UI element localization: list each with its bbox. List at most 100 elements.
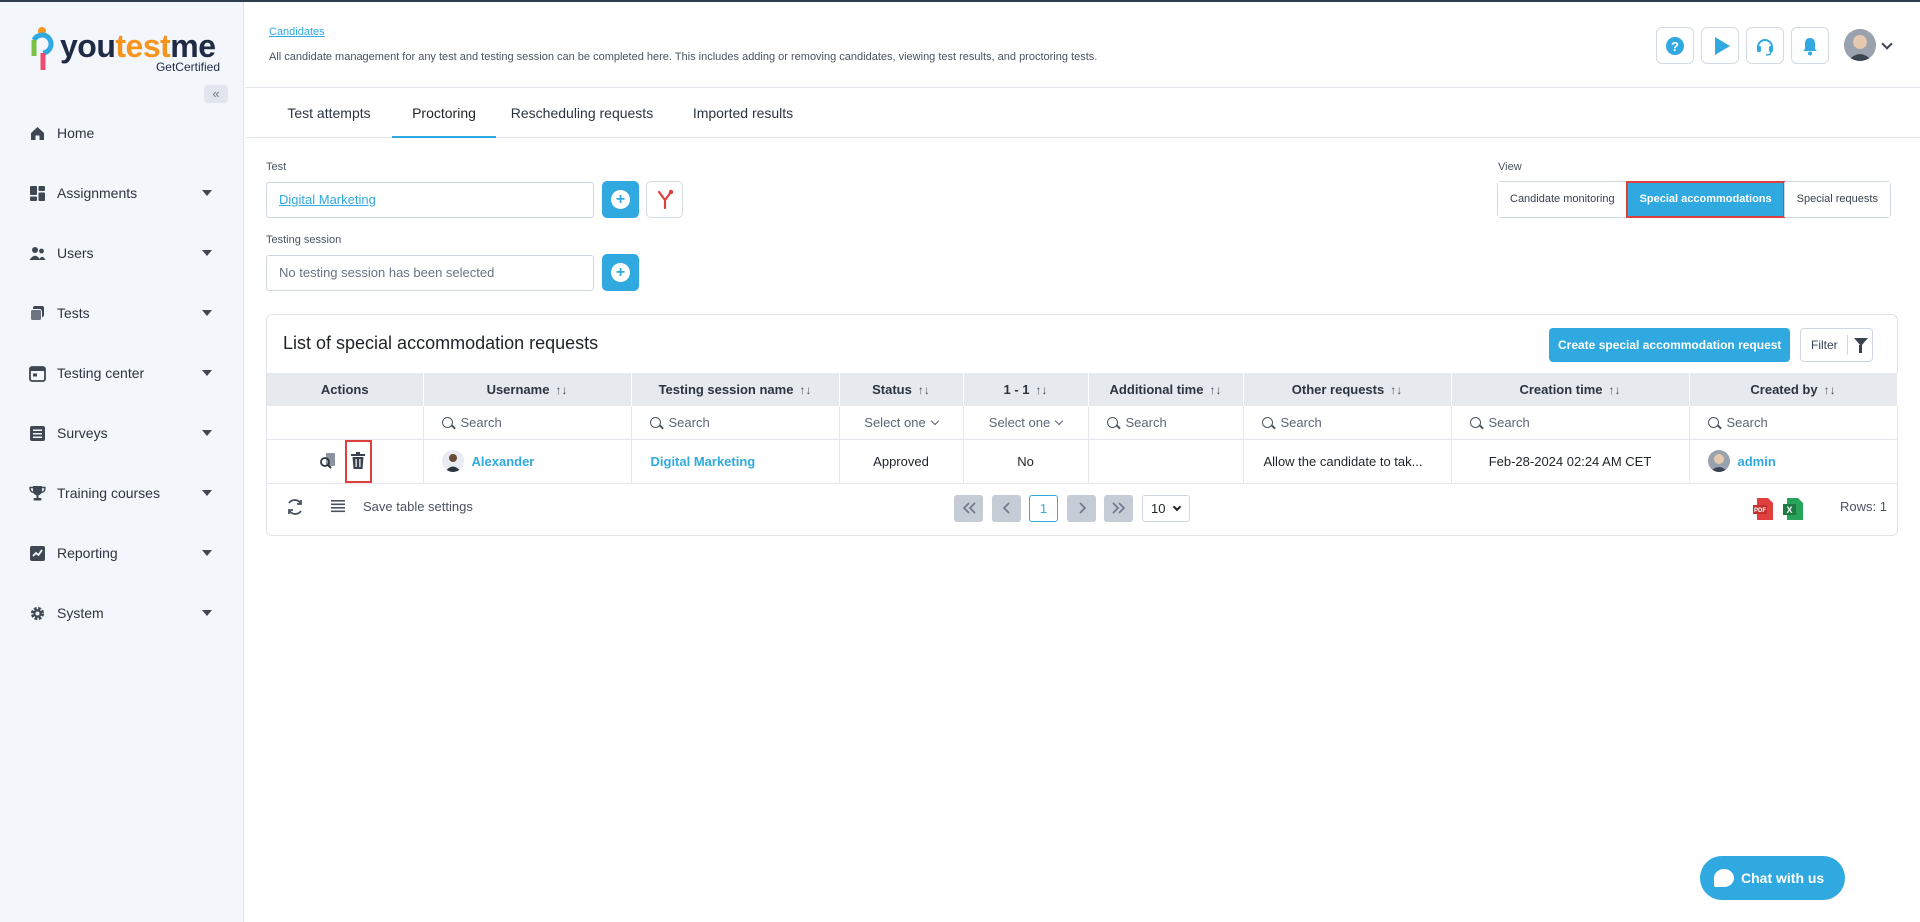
tab-imported-results[interactable]: Imported results	[668, 88, 818, 138]
chart-icon	[30, 545, 45, 561]
col-session-name[interactable]: Testing session name ↑↓	[631, 373, 840, 406]
sidebar-item-system[interactable]: System	[0, 593, 243, 633]
col-additional-time[interactable]: Additional time ↑↓	[1088, 373, 1244, 406]
test-label: Test	[266, 161, 287, 173]
filter-button[interactable]: Filter	[1800, 328, 1873, 362]
status-cell: Approved	[839, 439, 964, 484]
gear-icon	[30, 606, 45, 620]
trash-icon	[350, 451, 365, 469]
col-actions: Actions	[267, 373, 424, 406]
support-button[interactable]	[1746, 27, 1784, 64]
help-button[interactable]: ?	[1656, 27, 1694, 64]
view-label: View	[1498, 161, 1522, 173]
collapse-sidebar-button[interactable]: «	[204, 85, 228, 103]
excel-export-icon[interactable]: X	[1783, 497, 1805, 521]
sidebar-item-surveys[interactable]: Surveys	[0, 413, 243, 453]
last-page-button[interactable]	[1104, 495, 1133, 522]
chevron-down-icon	[1054, 416, 1064, 425]
creator-link[interactable]: admin	[1738, 454, 1776, 469]
save-table-settings-link[interactable]: Save table settings	[363, 499, 473, 514]
sort-icon[interactable]: ↑↓	[918, 383, 930, 397]
columns-menu-icon[interactable]	[331, 499, 345, 513]
caret-down-icon	[202, 190, 212, 196]
creation-time-search[interactable]: Search	[1451, 406, 1690, 440]
search-icon	[1261, 416, 1273, 428]
test-field[interactable]: Digital Marketing	[266, 182, 594, 218]
dashboard-icon	[30, 185, 45, 201]
candidate-avatar	[441, 450, 464, 472]
sidebar-item-users[interactable]: Users	[0, 233, 243, 273]
logo[interactable]: youtestme GetCertified	[30, 24, 220, 76]
chat-button[interactable]: Chat with us	[1700, 856, 1845, 900]
sidebar-item-tests[interactable]: Tests	[0, 293, 243, 333]
filter-label: Filter	[1811, 338, 1838, 352]
view-special-requests[interactable]: Special requests	[1783, 182, 1890, 217]
tab-bar: Test attempts Proctoring Rescheduling re…	[245, 88, 1920, 138]
sort-icon[interactable]: ↑↓	[1609, 383, 1621, 397]
sort-icon[interactable]: ↑↓	[1824, 383, 1836, 397]
logo-subtitle: GetCertified	[155, 60, 220, 74]
caret-down-icon	[202, 610, 212, 616]
svg-text:X: X	[1786, 505, 1792, 515]
other-requests-search[interactable]: Search	[1243, 406, 1452, 440]
view-candidate-monitoring[interactable]: Candidate monitoring	[1498, 182, 1627, 217]
session-search[interactable]: Search	[631, 406, 840, 440]
pdf-export-icon[interactable]: PDF	[1753, 497, 1775, 521]
col-status[interactable]: Status ↑↓	[839, 373, 964, 406]
search-icon	[1707, 416, 1719, 428]
sort-icon[interactable]: ↑↓	[799, 383, 811, 397]
user-avatar[interactable]	[1844, 29, 1876, 61]
select-test-button[interactable]	[602, 181, 639, 218]
chevron-left-icon	[1002, 502, 1010, 514]
first-page-button[interactable]	[954, 495, 983, 522]
sidebar-item-reporting[interactable]: Reporting	[0, 533, 243, 573]
one-on-one-select[interactable]: Select one	[963, 406, 1089, 440]
col-username[interactable]: Username ↑↓	[423, 373, 632, 406]
username-search[interactable]: Search	[423, 406, 632, 440]
tab-test-attempts[interactable]: Test attempts	[265, 88, 393, 138]
page-1-button[interactable]: 1	[1029, 495, 1058, 522]
play-icon	[1715, 37, 1730, 55]
refresh-icon[interactable]	[285, 497, 305, 517]
rows-per-page-select[interactable]: 10	[1142, 495, 1190, 522]
additional-time-search[interactable]: Search	[1088, 406, 1244, 440]
logo-mark-icon	[31, 27, 54, 70]
rows-count: Rows: 1	[1840, 499, 1887, 514]
view-special-accommodations[interactable]: Special accommodations	[1625, 181, 1785, 218]
test-settings-button[interactable]	[646, 181, 683, 218]
select-session-button[interactable]	[602, 254, 639, 291]
status-select[interactable]: Select one	[839, 406, 964, 440]
sidebar-item-testing-center[interactable]: Testing center	[0, 353, 243, 393]
review-request-icon[interactable]	[318, 451, 338, 471]
col-created-by[interactable]: Created by ↑↓	[1689, 373, 1898, 406]
candidate-username-link[interactable]: Alexander	[472, 454, 535, 469]
delete-button[interactable]	[344, 439, 372, 483]
prev-page-button[interactable]	[992, 495, 1021, 522]
breadcrumb-candidates[interactable]: Candidates	[269, 26, 325, 38]
next-page-button[interactable]	[1067, 495, 1096, 522]
session-name-link[interactable]: Digital Marketing	[651, 454, 756, 469]
tab-proctoring[interactable]: Proctoring	[392, 88, 496, 138]
chevron-right-icon	[1079, 502, 1087, 514]
create-accommodation-button[interactable]: Create special accommodation request	[1549, 328, 1791, 362]
notifications-button[interactable]	[1791, 27, 1829, 64]
col-one-on-one[interactable]: 1 - 1 ↑↓	[963, 373, 1089, 406]
sort-icon[interactable]: ↑↓	[1390, 383, 1402, 397]
col-other-requests[interactable]: Other requests ↑↓	[1243, 373, 1452, 406]
sort-icon[interactable]: ↑↓	[555, 383, 567, 397]
sort-icon[interactable]: ↑↓	[1036, 383, 1048, 397]
sidebar-item-home[interactable]: Home	[0, 113, 243, 153]
header: Candidates All candidate management for …	[245, 2, 1920, 88]
created-by-search[interactable]: Search	[1689, 406, 1898, 440]
play-tour-button[interactable]	[1701, 27, 1739, 64]
sidebar-item-assignments[interactable]: Assignments	[0, 173, 243, 213]
search-icon	[1106, 416, 1118, 428]
col-creation-time[interactable]: Creation time ↑↓	[1451, 373, 1690, 406]
sidebar-item-training-courses[interactable]: Training courses	[0, 473, 243, 513]
tab-rescheduling-requests[interactable]: Rescheduling requests	[496, 88, 668, 138]
testing-session-field[interactable]: No testing session has been selected	[266, 255, 594, 291]
sort-icon[interactable]: ↑↓	[1209, 383, 1221, 397]
sidebar-item-label: Testing center	[57, 365, 145, 381]
chevron-down-icon[interactable]	[1881, 38, 1893, 50]
accommodations-table: Actions Username ↑↓ Testing session name ↑…	[267, 373, 1898, 484]
